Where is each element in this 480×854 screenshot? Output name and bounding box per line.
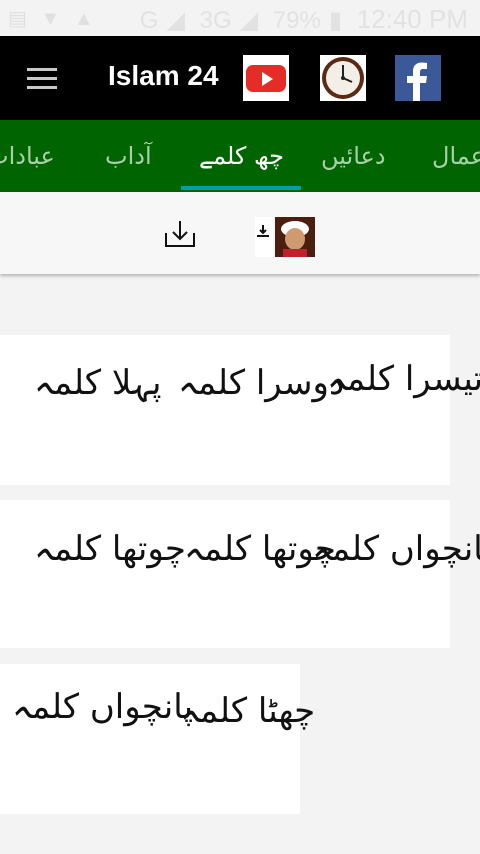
status-left-icons: ▤ ▼ ▲ [8,6,98,31]
battery-icon: ▮ [328,7,343,34]
kalma-item[interactable]: چوتھا کلمہ [184,528,336,569]
kalma-item[interactable]: پانچواں کلمہ [312,528,480,569]
promo-avatar[interactable] [255,217,315,257]
wifi-icon: ▼ [40,8,65,30]
facebook-icon[interactable] [395,55,441,101]
tab-duain[interactable]: دعائیں [321,120,386,192]
tab-adaab[interactable]: آداب [105,120,152,192]
youtube-icon[interactable] [243,55,289,101]
category-tabs: عمال دعائیں چھ کلمے آداب عبادات [0,120,480,192]
signal2-icon: ◢ [239,7,259,34]
download-icon[interactable] [163,219,197,249]
clock-time: 12:40 PM [356,4,468,34]
drive-icon: ▲ [73,8,98,30]
kalma-item[interactable]: تیسرا کلمہ [327,358,480,399]
clock-icon[interactable] [320,55,366,101]
action-toolbar [0,192,480,274]
active-tab-indicator [181,186,301,190]
kalma-item[interactable]: پانچواں کلمہ [12,686,193,727]
status-bar: ▤ ▼ ▲ G ◢ 3G ◢ 79% ▮ 12:40 PM [0,0,480,36]
app-bar: Islam 24 [0,36,480,120]
app-title: Islam 24 [108,60,219,91]
kalma-card-row-2 [0,500,450,648]
kalma-item[interactable]: دوسرا کلمہ [178,362,344,403]
hamburger-menu-icon[interactable] [27,68,57,90]
network2-label: 3G [199,7,232,34]
battery-level: 79% [272,7,321,34]
status-right: G ◢ 3G ◢ 79% ▮ 12:40 PM [132,4,468,35]
kalma-item[interactable]: چوتھا کلمہ [34,528,186,569]
network-label: G [139,7,159,34]
kalma-item[interactable]: چھٹا کلمہ [180,690,315,731]
signal-icon: ◢ [166,7,185,34]
tab-ibadaat[interactable]: عبادات [0,120,55,192]
kalma-item[interactable]: پہلا کلمہ [34,362,162,403]
tab-amaal[interactable]: عمال [432,120,480,192]
tab-chay-kalme[interactable]: چھ کلمے [199,120,284,192]
notification-icon: ▤ [8,8,31,30]
